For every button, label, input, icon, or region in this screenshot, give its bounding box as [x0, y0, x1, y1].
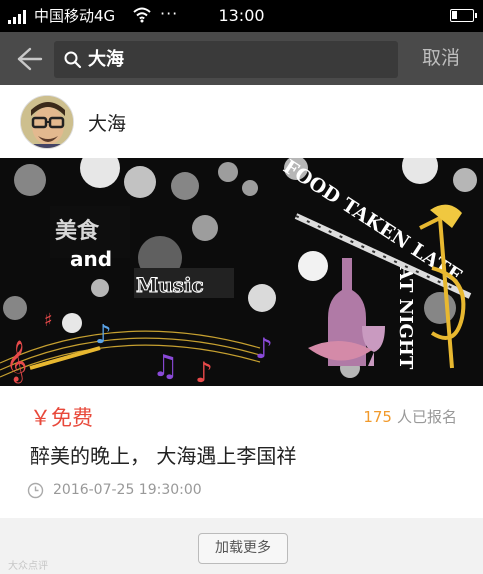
status-bar: 中国移动4G ··· 13:00 — [0, 0, 483, 32]
clock-time: 13:00 — [218, 6, 265, 25]
svg-text:♪: ♪ — [95, 320, 112, 350]
svg-text:♯: ♯ — [44, 310, 53, 331]
signup-info: 175 人已报名 — [363, 406, 457, 427]
event-banner[interactable]: 美食 and Music FOOD TAKEN LATE AT NIGHT 𝄞 … — [0, 158, 483, 386]
search-input[interactable]: 大海 — [54, 41, 398, 78]
cancel-button[interactable]: 取消 — [404, 32, 478, 85]
svg-text:𝄞: 𝄞 — [6, 340, 27, 383]
search-header: 大海 取消 — [0, 32, 483, 85]
banner-night-text: AT NIGHT — [395, 265, 416, 370]
svg-text:♪: ♪ — [195, 356, 213, 386]
banner-and: and — [70, 247, 112, 271]
banner-illustration: 美食 and Music FOOD TAKEN LATE AT NIGHT 𝄞 … — [0, 158, 477, 386]
signup-label: 人已报名 — [396, 408, 457, 426]
search-query: 大海 — [88, 49, 124, 70]
banner-meishi: 美食 — [55, 218, 100, 244]
banner-music: Music — [136, 273, 204, 297]
organizer-row[interactable]: 大海 — [0, 85, 483, 158]
signup-count: 175 — [363, 408, 392, 426]
event-title: 醉美的晚上， 大海遇上李国祥 — [30, 444, 297, 468]
event-price: ￥免费 — [30, 406, 93, 430]
clock-icon — [27, 482, 44, 499]
load-more-button[interactable]: 加载更多 — [198, 533, 288, 564]
svg-text:♫: ♫ — [152, 349, 179, 384]
organizer-name: 大海 — [88, 113, 127, 135]
avatar[interactable] — [20, 95, 74, 149]
watermark: 大众点评 — [8, 561, 48, 572]
event-datetime: 2016-07-25 19:30:00 — [53, 482, 202, 498]
search-icon — [64, 51, 82, 69]
back-arrow-icon[interactable] — [8, 40, 48, 78]
svg-text:♪: ♪ — [255, 332, 273, 365]
battery-icon — [450, 9, 477, 22]
event-card[interactable]: ￥免费 175 人已报名 醉美的晚上， 大海遇上李国祥 2016-07-25 19… — [0, 386, 483, 518]
